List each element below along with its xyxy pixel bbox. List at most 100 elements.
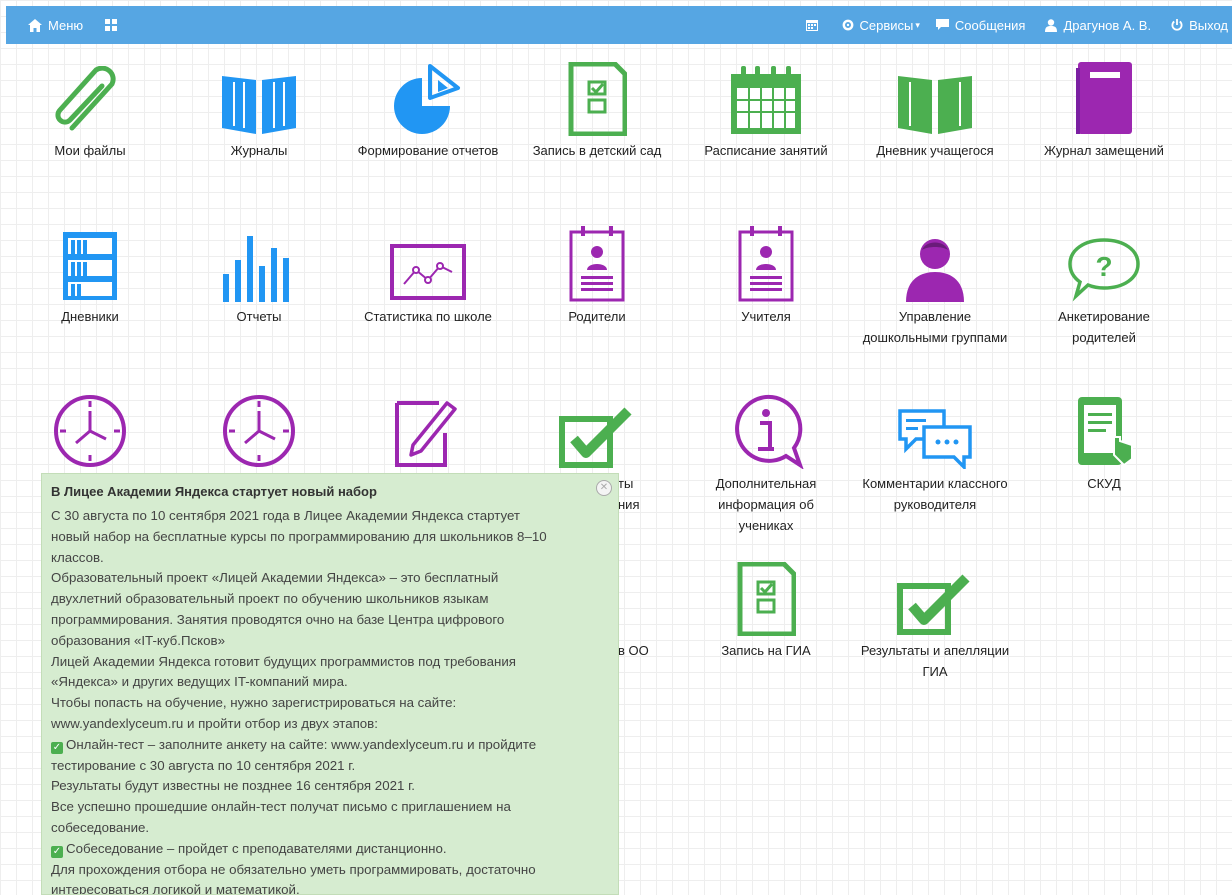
id-card-icon (738, 226, 794, 302)
popup-line: Все успешно прошедшие онлайн-тест получа… (51, 799, 511, 815)
edit-document-icon (395, 401, 457, 467)
tile-teachers[interactable]: Учителя (691, 222, 841, 327)
caret-down-icon: ▾ (915, 19, 920, 30)
tile-label: Результаты и апелляции ГИА (860, 643, 1010, 679)
calendar-grid-icon (731, 66, 801, 134)
popup-line: С 30 августа по 10 сентября 2021 года в … (51, 508, 521, 523)
apps-grid-button[interactable] (105, 19, 123, 31)
logout-label: Выход (1189, 17, 1228, 33)
tile-label: Анкетирование родителей (1058, 309, 1150, 345)
tile-label: Журнал замещений (1044, 143, 1164, 158)
tile-label: Дневник учащегося (876, 143, 994, 158)
popup-line: тестирование с 30 августа по 10 сентября… (51, 757, 356, 773)
messages-label: Сообщения (954, 17, 1026, 33)
popup-line: программирования. Занятия проводятся очн… (51, 611, 505, 627)
power-icon (1171, 19, 1183, 31)
popup-line: Лицей Академии Яндекса готовит будущих п… (51, 653, 516, 669)
info-bubble-icon (735, 394, 804, 469)
open-book-icon (222, 76, 296, 134)
tile-parents[interactable]: Родители (522, 222, 672, 327)
tile-school-stats[interactable]: Статистика по школе (353, 222, 503, 327)
messages-button[interactable]: Сообщения (935, 17, 1026, 33)
tile-gia-signup[interactable]: Запись на ГИА (691, 556, 841, 661)
user-icon (1045, 18, 1058, 32)
grid-icon (105, 19, 118, 31)
tile-clock-1[interactable] (15, 389, 165, 469)
tile-label: Мои файлы (54, 143, 126, 158)
popup-line: Для прохождения отбора не обязательно ум… (51, 861, 536, 877)
popup-line-text: Собеседование – пройдет с преподавателям… (66, 840, 447, 856)
home-icon (28, 18, 42, 32)
tile-student-diary[interactable]: Дневник учащегося (860, 56, 1010, 161)
tile-clock-2[interactable] (184, 389, 334, 469)
tile-label: Родители (568, 309, 626, 324)
pie-chart-icon (394, 64, 460, 134)
tile-skud[interactable]: СКУД (1029, 389, 1179, 494)
popup-line: www.yandexlyceum.ru и пройти отбор из дв… (51, 715, 378, 731)
tile-preschool[interactable]: Управление дошкольными группами (860, 222, 1010, 348)
close-icon[interactable]: ✕ (596, 480, 612, 496)
popup-line: интересоваться логикой и математикой. (51, 882, 300, 895)
logout-button[interactable]: Выход (1171, 18, 1228, 33)
gear-icon (842, 19, 853, 31)
tile-journals[interactable]: Журналы (184, 56, 334, 161)
tile-label: Дневники (61, 309, 119, 324)
tile-label: Управление дошкольными группами (862, 309, 1008, 345)
popup-title: В Лицее Академии Яндекса стартует новый … (51, 484, 377, 499)
tile-kindergarten[interactable]: Запись в детский сад (522, 56, 672, 161)
user-label: Драгунов А. В. (1063, 17, 1152, 33)
popup-line: двухлетний образовательный проект по обу… (51, 591, 489, 607)
tile-label: Статистика по школе (364, 309, 492, 324)
services-dropdown[interactable]: Сервисы ▾ (842, 18, 920, 33)
tile-substitutions[interactable]: Журнал замещений (1029, 56, 1179, 161)
popup-line: образования «IT-куб.Псков» (51, 632, 225, 648)
tile-reports[interactable]: Отчеты (184, 222, 334, 327)
user-button[interactable]: Драгунов А. В. (1045, 18, 1151, 33)
tile-label: Журналы (230, 143, 288, 158)
tile-label-line-1: ты (618, 476, 634, 491)
comments-icon (898, 409, 972, 469)
menu-button[interactable]: Меню (28, 18, 83, 33)
checkmark-icon: ✓ (51, 845, 63, 858)
person-icon (906, 239, 964, 302)
checklist-doc-icon (737, 562, 796, 636)
paperclip-icon (55, 66, 116, 131)
purple-book-icon (1076, 62, 1132, 134)
popup-line: новый набор на бесплатные курсы по прогр… (51, 528, 547, 544)
tile-label: Запись в детский сад (532, 143, 662, 158)
calendar-button[interactable] (805, 19, 824, 31)
tile-label: Комментарии классного руководителя (862, 476, 1008, 512)
tile-schedule[interactable]: Расписание занятий (691, 56, 841, 161)
top-navbar: Меню Сервисы ▾ Сообщения Драгунов А. В. В… (6, 6, 1232, 44)
popup-line: Результаты будут известны не позднее 16 … (51, 778, 415, 794)
tile-label: Учителя (741, 309, 791, 324)
tile-extra-info[interactable]: Дополнительная информация об учениках (691, 389, 841, 536)
tile-label: Дополнительная информация об учениках (715, 476, 817, 533)
bar-chart-icon (223, 236, 289, 302)
tile-parent-survey[interactable]: ? Анкетирование родителей (1029, 222, 1179, 348)
popup-line: «Яндекса» и других ведущих IT-компаний м… (51, 674, 348, 690)
tile-label-line-2: ния (618, 497, 640, 512)
clock-icon (54, 395, 126, 467)
popup-line: Образовательный проект «Лицей Академии Я… (51, 570, 499, 586)
bookshelf-icon (63, 232, 117, 300)
tile-teacher-comments[interactable]: Комментарии классного руководителя (860, 389, 1010, 515)
green-book-icon (898, 76, 972, 134)
comment-icon (935, 19, 949, 30)
tile-diaries[interactable]: Дневники (15, 222, 165, 327)
id-card-icon (569, 226, 625, 302)
tile-my-files[interactable]: Мои файлы (15, 56, 165, 161)
tile-gia-results[interactable]: Результаты и апелляции ГИА (860, 556, 1010, 682)
services-label: Сервисы (859, 17, 914, 33)
popup-line: собеседование. (51, 819, 150, 835)
tile-label: Отчеты (236, 309, 282, 324)
popup-line-text: Онлайн-тест – заполните анкету на сайте:… (66, 736, 537, 752)
tile-label: СКУД (1087, 476, 1121, 491)
tile-label: Запись на ГИА (721, 643, 811, 658)
tile-edit-doc[interactable] (353, 389, 503, 469)
popup-body: С 30 августа по 10 сентября 2021 года в … (51, 506, 602, 895)
tile-reports-gen[interactable]: Формирование отчетов (353, 56, 503, 161)
popup-line-checked: ✓ Онлайн-тест – заполните анкету на сайте… (51, 735, 602, 756)
tile-label: Формирование отчетов (357, 143, 499, 158)
checklist-doc-icon (568, 62, 627, 136)
